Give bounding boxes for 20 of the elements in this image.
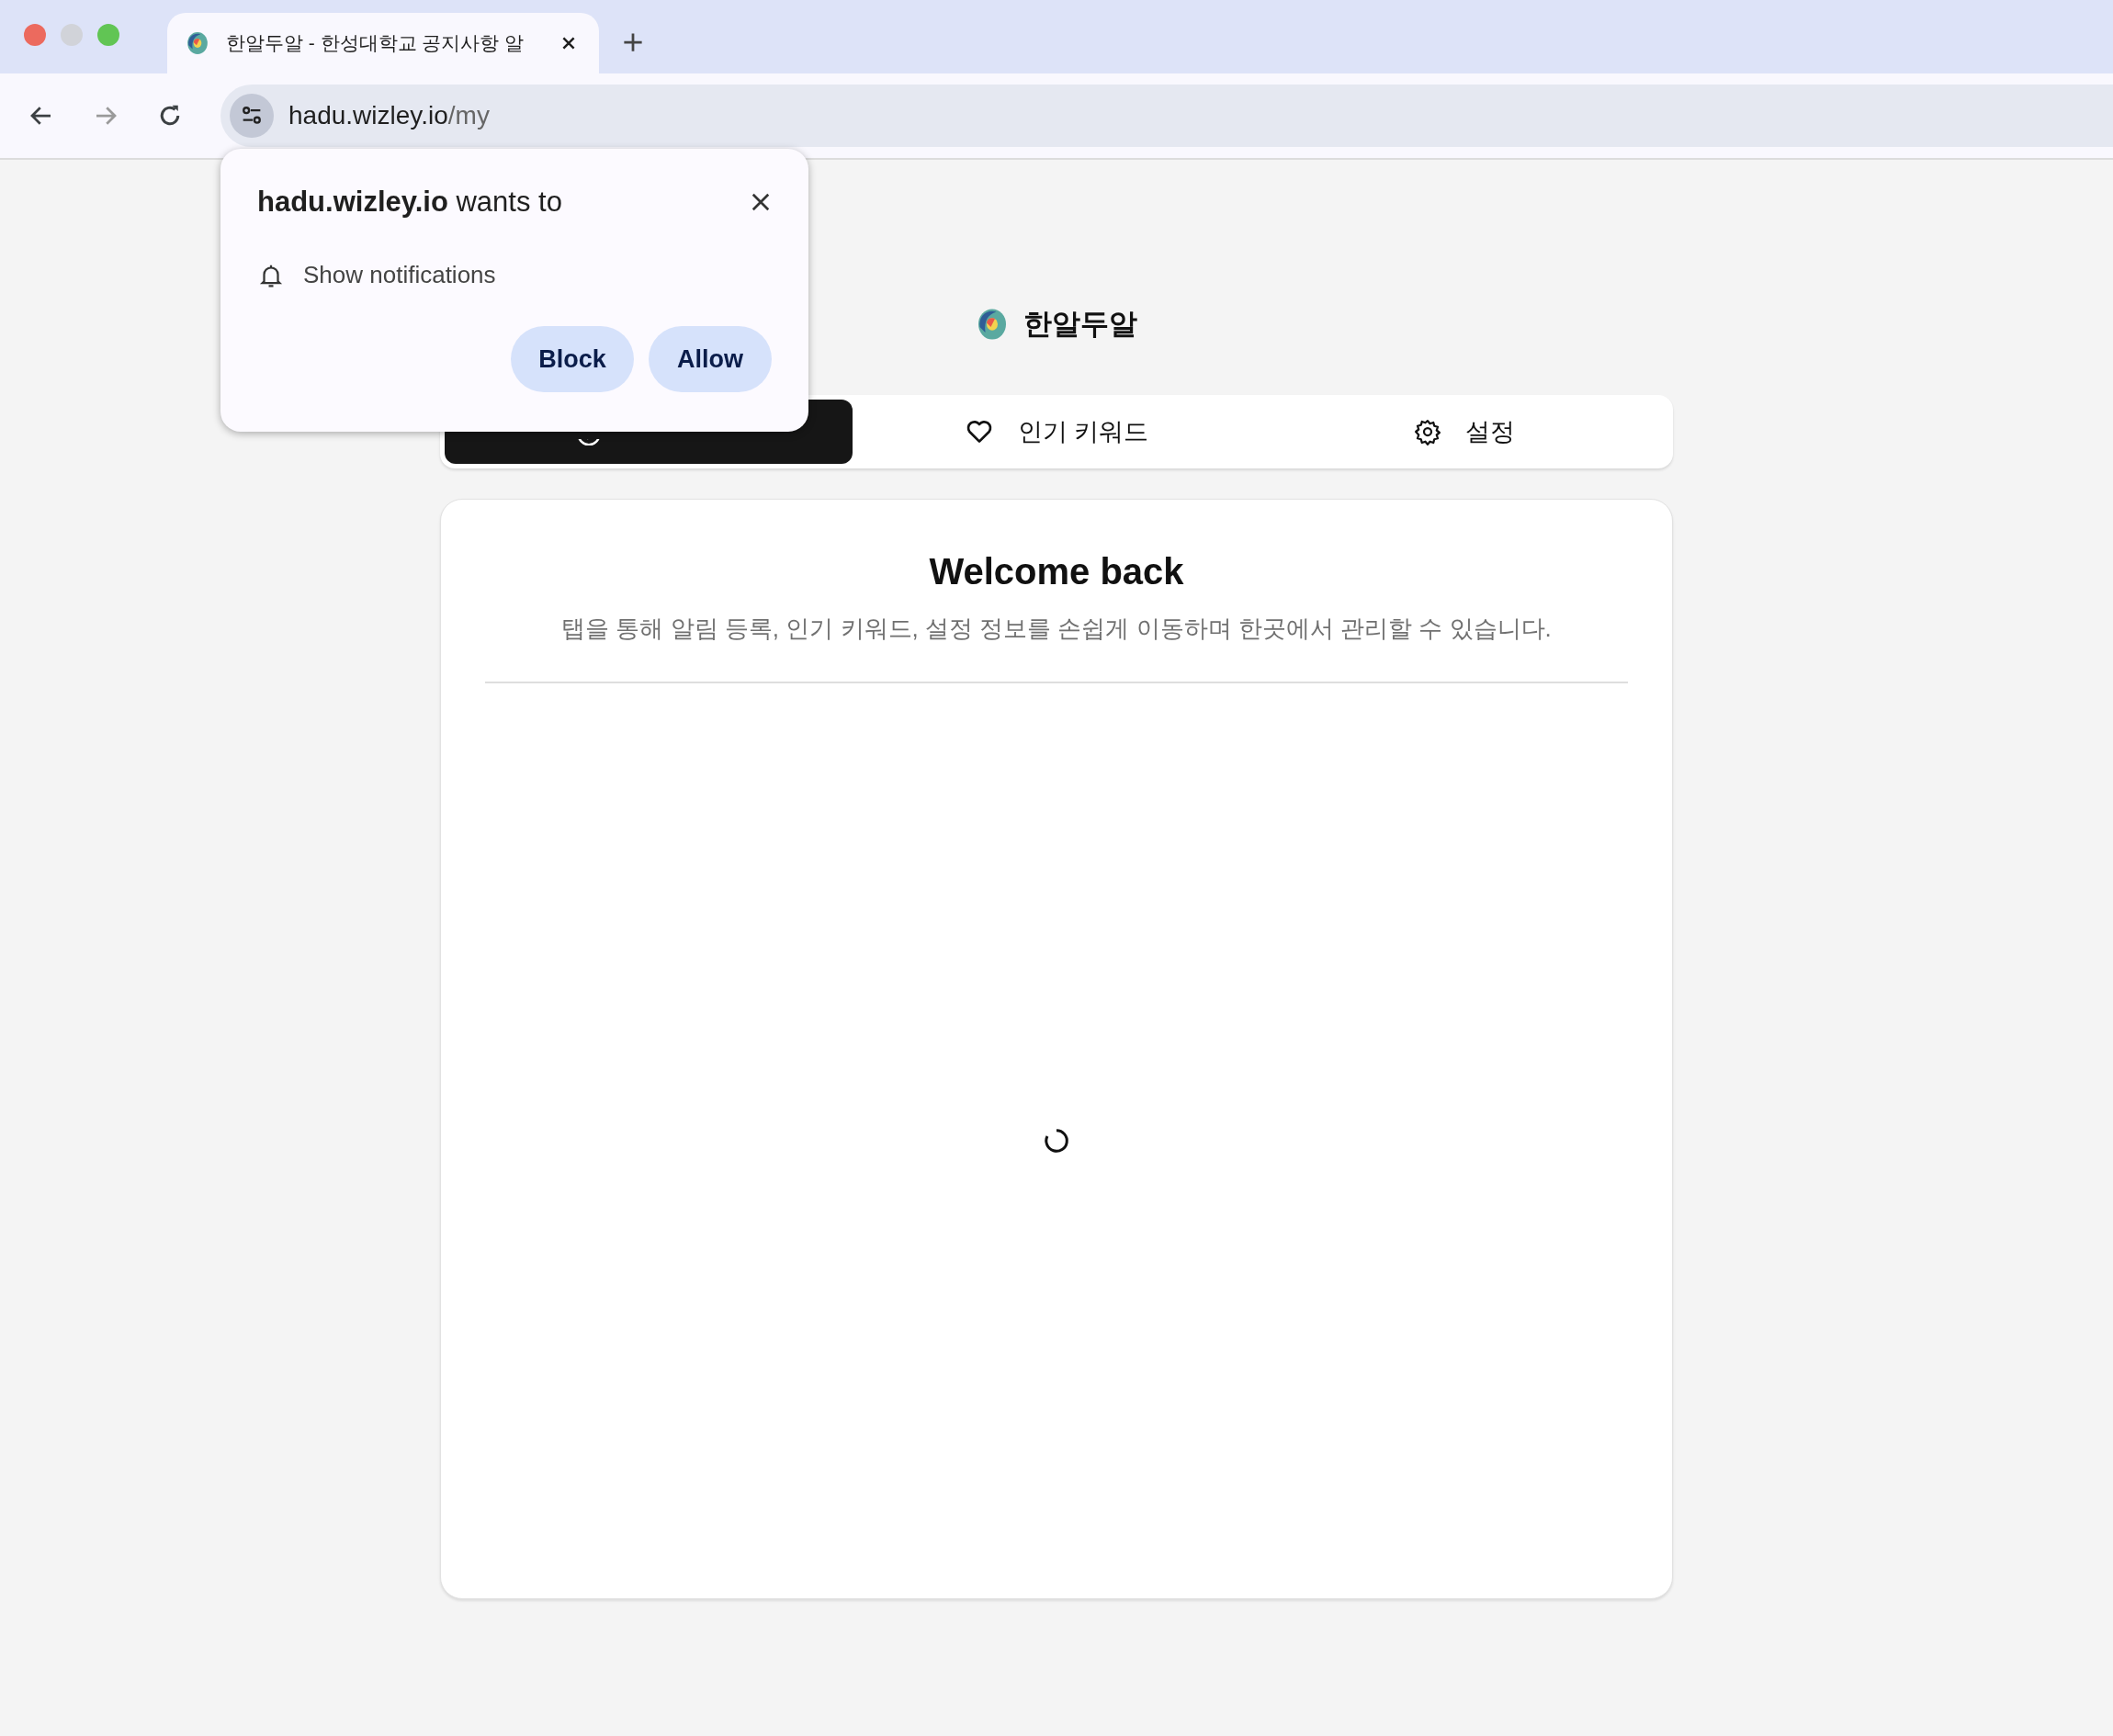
welcome-title: Welcome back <box>929 551 1184 592</box>
permission-button[interactable]: Block <box>511 326 634 392</box>
close-tab-icon[interactable] <box>560 35 577 51</box>
app-name: 한알두알 <box>1023 307 1137 342</box>
gear-icon <box>1414 418 1441 445</box>
tab-title: 한알두알 - 한성대학교 공지사항 알 <box>226 31 525 55</box>
permission-button[interactable]: Allow <box>649 326 772 392</box>
app-logo-icon <box>186 31 209 55</box>
welcome-subtitle: 탭을 통해 알림 등록, 인기 키워드, 설정 정보를 손쉽게 이동하며 한곳에서 관리할 수 있습니다. <box>561 614 1552 644</box>
nav-tab[interactable]: 인기 키워드 <box>853 400 1260 464</box>
nav-tab[interactable]: 설정 <box>1260 400 1668 464</box>
site-settings-icon[interactable] <box>230 94 274 138</box>
new-tab-icon[interactable] <box>623 32 643 52</box>
app-logo-icon <box>976 308 1009 341</box>
browser-tab[interactable]: 한알두알 - 한성대학교 공지사항 알 <box>167 13 599 73</box>
close-icon[interactable] <box>750 191 772 213</box>
permission-text: Show notifications <box>303 261 496 289</box>
url-text: hadu.wizley.io/my <box>288 101 490 130</box>
popup-title: hadu.wizley.io wants to <box>257 186 562 219</box>
address-bar[interactable]: hadu.wizley.io/my <box>220 85 2113 147</box>
